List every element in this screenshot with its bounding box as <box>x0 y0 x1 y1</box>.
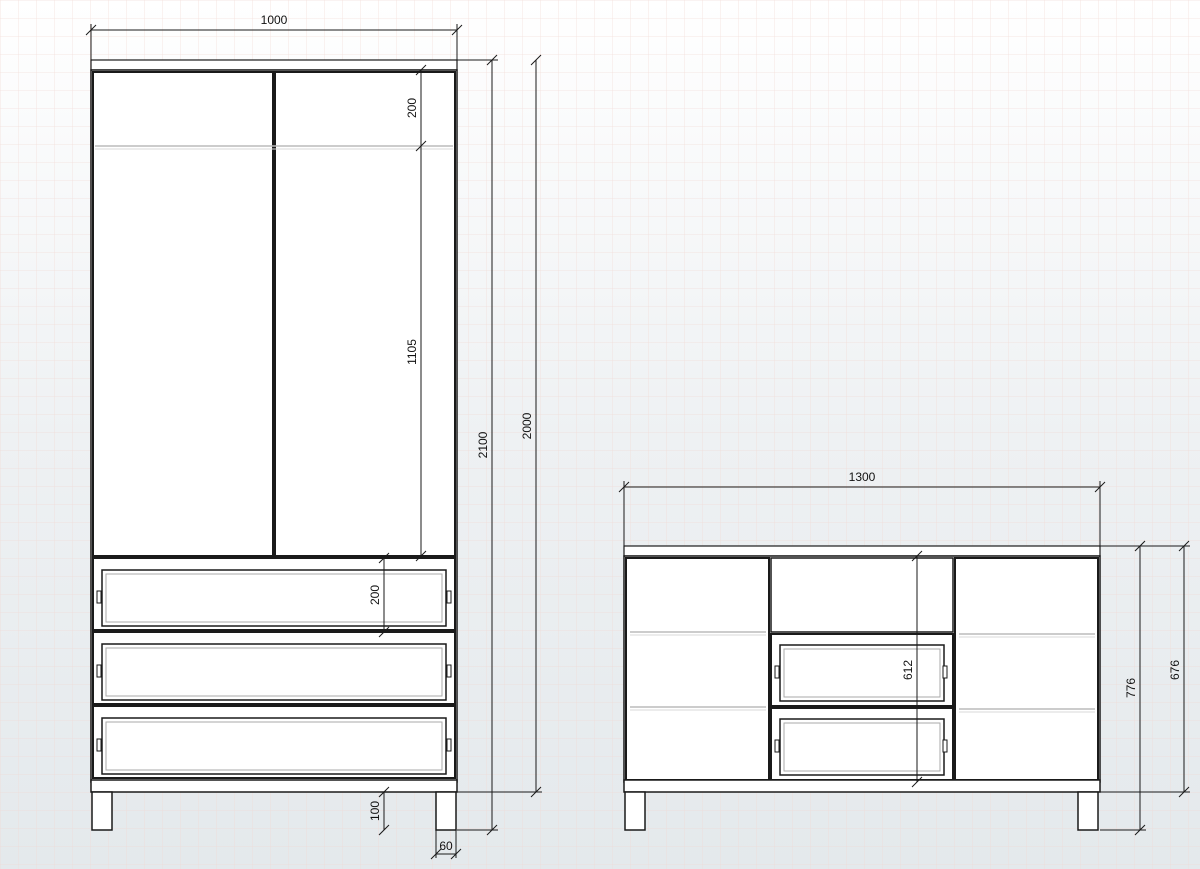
dresser-body-height-label: 676 <box>1168 660 1182 680</box>
dresser-width-label: 1300 <box>849 470 876 484</box>
wardrobe-door-left <box>92 71 274 557</box>
wardrobe-top-cap <box>90 59 458 71</box>
dresser-door-right <box>954 557 1099 781</box>
wardrobe-leg-left <box>91 791 113 831</box>
wardrobe-leg-height-label: 100 <box>368 801 382 821</box>
dresser-middle-niche <box>770 557 954 633</box>
handle-icon <box>96 590 102 604</box>
wardrobe-width-label: 1000 <box>261 13 288 27</box>
technical-drawing: 1000 200 1105 200 2100 2000 100 60 1300 … <box>0 0 1200 869</box>
dresser-plinth <box>623 779 1101 793</box>
handle-icon <box>774 665 780 679</box>
drawing-canvas: 1000 200 1105 200 2100 2000 100 60 1300 … <box>0 0 1200 869</box>
dresser-door-left <box>625 557 770 781</box>
dresser-leg-right <box>1077 791 1099 831</box>
wardrobe-total-height-label: 2100 <box>476 431 490 458</box>
wardrobe-plinth <box>90 779 458 793</box>
dresser-inner-height-label: 612 <box>901 660 915 680</box>
wardrobe-door-right <box>274 71 456 557</box>
wardrobe-drawer-2 <box>92 631 456 705</box>
wardrobe-drawer-3 <box>92 705 456 779</box>
dresser-leg-left <box>624 791 646 831</box>
wardrobe-drawer-1 <box>92 557 456 631</box>
handle-icon <box>446 590 452 604</box>
wardrobe-leg-width-label: 60 <box>439 839 453 853</box>
wardrobe <box>90 59 458 831</box>
dresser-top-cap <box>623 545 1101 557</box>
wardrobe-leg-right <box>435 791 457 831</box>
handle-icon <box>446 664 452 678</box>
handle-icon <box>446 738 452 752</box>
dresser <box>623 545 1101 831</box>
wardrobe-top-section-label: 200 <box>405 98 419 118</box>
handle-icon <box>96 664 102 678</box>
handle-icon <box>942 739 948 753</box>
handle-icon <box>942 665 948 679</box>
wardrobe-door-height-label: 1105 <box>405 339 419 365</box>
handle-icon <box>96 738 102 752</box>
dresser-total-height-label: 776 <box>1124 678 1138 698</box>
wardrobe-drawer-height-label: 200 <box>368 585 382 605</box>
handle-icon <box>774 739 780 753</box>
wardrobe-body-height-label: 2000 <box>520 412 534 439</box>
